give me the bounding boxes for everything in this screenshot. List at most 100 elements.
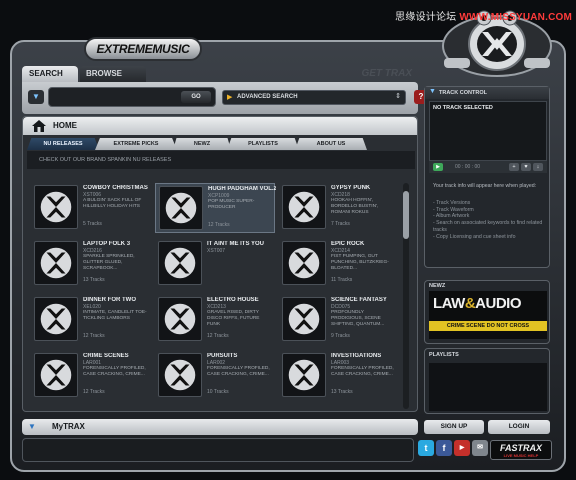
ad-title-audio: AUDIO	[475, 295, 522, 312]
release-title: HUGH PADGHAM VOL.2	[208, 186, 276, 192]
crime-scene-tape: CRIME SCENE DO NOT CROSS	[429, 321, 547, 331]
release-title: LAPTOP FOLK 3	[83, 241, 131, 247]
release-title: ELECTRO HOUSE	[207, 297, 259, 303]
ad-title-amp: &	[464, 295, 476, 312]
go-button[interactable]: GO	[181, 91, 211, 103]
release-desc: HOOKAH HOFFIN', BORDELLO BUSTIN', ROMANI…	[331, 198, 379, 215]
triangle-right-icon: ▶	[227, 94, 233, 101]
player-controls: ▶ 00 : 00 : 00 + ♥ ↓	[429, 161, 547, 173]
release-card[interactable]: GYPSY PUNK XCD218 HOOKAH HOFFIN', BORDEL…	[279, 183, 399, 233]
track-control-header: ▼ TRACK CONTROL	[425, 87, 549, 99]
mytrax-bar[interactable]: ▼ MyTRAX	[22, 419, 418, 435]
playlists-panel: PLAYLISTS	[424, 348, 550, 414]
newz-title: NEWZ	[429, 283, 446, 289]
tab-playlists[interactable]: PLAYLISTS	[227, 138, 299, 150]
advanced-search-select[interactable]: ▶ ADVANCED SEARCH ⇕	[222, 90, 406, 105]
home-panel: HOME NU RELEASES EXTREME PICKS NEWZ PLAY…	[22, 116, 418, 412]
tab-nu-releases[interactable]: NU RELEASES	[27, 138, 99, 150]
chevron-down-icon[interactable]: ▼	[429, 88, 436, 95]
release-tracks: 11 Tracks	[331, 277, 353, 283]
release-scrollbar[interactable]	[403, 183, 409, 409]
twitter-icon[interactable]: t	[418, 440, 434, 456]
playlists-list[interactable]	[429, 363, 547, 411]
ad-title-law: LAW	[433, 295, 465, 312]
release-tracks: 7 Tracks	[331, 221, 350, 227]
scrollbar-thumb[interactable]	[403, 191, 409, 239]
fastrax-button[interactable]: FASTRAX LIVE MUSIC HELP	[490, 440, 552, 460]
top-tabs: SEARCH BROWSE GET TRAX	[22, 66, 418, 82]
watermark: 思缘设计论坛 WWW.MISSYUAN.COM	[395, 8, 572, 23]
release-desc: PROFOUNDLY PRODIGIOUS, SCENE SHIFTING, Q…	[331, 310, 385, 327]
release-title: INVESTIGATIONS	[331, 353, 382, 359]
heart-icon[interactable]: ♥	[521, 163, 531, 171]
chevron-down-icon[interactable]: ▼	[28, 90, 44, 104]
track-info-item: - Track Versions	[433, 199, 471, 206]
release-tracks: 13 Tracks	[331, 389, 353, 395]
get-trax-label: GET TRAX	[361, 68, 412, 79]
tab-extreme-picks[interactable]: EXTREME PICKS	[95, 138, 177, 150]
mytrax-label: MyTRAX	[52, 422, 85, 431]
track-display: NO TRACK SELECTED	[429, 101, 547, 161]
extreme-music-logo[interactable]: EXTREMEMUSIC	[84, 37, 202, 61]
release-card[interactable]: CRIME SCENES LAR001 FORENSICALLY PROFILE…	[31, 351, 151, 401]
select-arrows-icon: ⇕	[395, 93, 401, 100]
release-desc: FORENSICALLY PROFILED, CASE CRACKING, CR…	[83, 366, 146, 377]
release-card[interactable]: COWBOY CHRISTMAS XST006 A BULGIN' SACK F…	[31, 183, 151, 233]
release-card[interactable]: IT AINT ME ITS YOU XST007	[155, 239, 275, 289]
add-icon[interactable]: +	[509, 163, 519, 171]
release-card[interactable]: DINNER FOR TWO XEL020 INTIMATE, CANDLELI…	[31, 295, 151, 345]
release-card[interactable]: EPIC ROCK XCD214 FIST PUMPING, GUT PUNCH…	[279, 239, 399, 289]
release-card[interactable]: PURSUITS LAR002 FORENSICALLY PROFILED, C…	[155, 351, 275, 401]
x-logo-icon	[34, 241, 78, 285]
sign-up-button[interactable]: SIGN UP	[424, 420, 484, 434]
search-bar: ▼ GO ▶ ADVANCED SEARCH ⇕ ?	[22, 82, 428, 114]
home-title: HOME	[53, 121, 77, 130]
tab-about-us[interactable]: ABOUT US	[295, 138, 367, 150]
home-icon[interactable]	[32, 120, 46, 132]
email-icon[interactable]: ✉	[472, 440, 488, 456]
x-logo-icon	[34, 297, 78, 341]
release-card[interactable]: HUGH PADGHAM VOL.2 XCP1009 POP MUSIC SUP…	[155, 183, 276, 233]
release-title: GYPSY PUNK	[331, 185, 371, 191]
track-info: Your track info will appear here when pl…	[433, 183, 545, 241]
release-tracks: 12 Tracks	[83, 333, 105, 339]
track-time: 00 : 00 : 00	[455, 164, 481, 170]
release-tracks: 5 Tracks	[83, 221, 102, 227]
release-card[interactable]: ELECTRO HOUSE XCD213 GRAVEL RISED, DIRTY…	[155, 295, 275, 345]
logo-text: EXTREMEMUSIC	[96, 42, 190, 56]
x-logo-icon	[282, 241, 326, 285]
fastrax-title: FASTRAX	[499, 443, 542, 453]
play-icon[interactable]: ▶	[433, 163, 443, 171]
release-title: COWBOY CHRISTMAS	[83, 185, 148, 191]
search-input[interactable]: GO	[48, 87, 216, 107]
release-tracks: 9 Tracks	[331, 333, 350, 339]
track-control-title: TRACK CONTROL	[439, 90, 487, 96]
track-info-intro: Your track info will appear here when pl…	[433, 183, 537, 189]
tab-search[interactable]: SEARCH	[22, 66, 78, 82]
facebook-icon[interactable]: f	[436, 440, 452, 456]
release-desc: GRAVEL RISED, DIRTY DISCO RIFFS, FUTURE …	[207, 310, 260, 327]
release-tracks: 12 Tracks	[208, 222, 230, 228]
x-logo-icon	[158, 241, 202, 285]
release-tracks: 13 Tracks	[83, 277, 105, 283]
home-header: HOME	[23, 117, 417, 135]
release-desc: A BULGIN' SACK FULL OF HILLBILLY HOLIDAY…	[83, 198, 142, 209]
x-logo-icon	[282, 185, 326, 229]
release-desc: FIST PUMPING, GUT PUNCHING, BLITZKRIEG-B…	[331, 254, 389, 271]
release-desc: SPARKLE SPRINKLED, GLITTER GLUED, SCRAPB…	[83, 254, 135, 271]
tab-browse[interactable]: BROWSE	[80, 66, 146, 82]
mytrax-strip	[22, 438, 414, 462]
release-title: SCIENCE FANTASY	[331, 297, 387, 303]
x-logo-icon	[34, 185, 78, 229]
login-button[interactable]: LOGIN	[488, 420, 550, 434]
x-logo-icon	[34, 353, 78, 397]
law-and-audio-ad[interactable]: LAW&AUDIO CRIME SCENE DO NOT CROSS	[429, 291, 547, 339]
chevron-down-icon[interactable]: ▼	[28, 422, 36, 431]
release-card[interactable]: LAPTOP FOLK 3 XCD216 SPARKLE SPRINKLED, …	[31, 239, 151, 289]
youtube-icon[interactable]: ▶	[454, 440, 470, 456]
tab-newz[interactable]: NEWZ	[173, 138, 231, 150]
release-card[interactable]: INVESTIGATIONS LAR003 FORENSICALLY PROFI…	[279, 351, 399, 401]
track-info-item: - Copy Licensing and cue sheet info	[433, 233, 516, 240]
release-card[interactable]: SCIENCE FANTASY DCD075 PROFOUNDLY PRODIG…	[279, 295, 399, 345]
download-icon[interactable]: ↓	[533, 163, 543, 171]
